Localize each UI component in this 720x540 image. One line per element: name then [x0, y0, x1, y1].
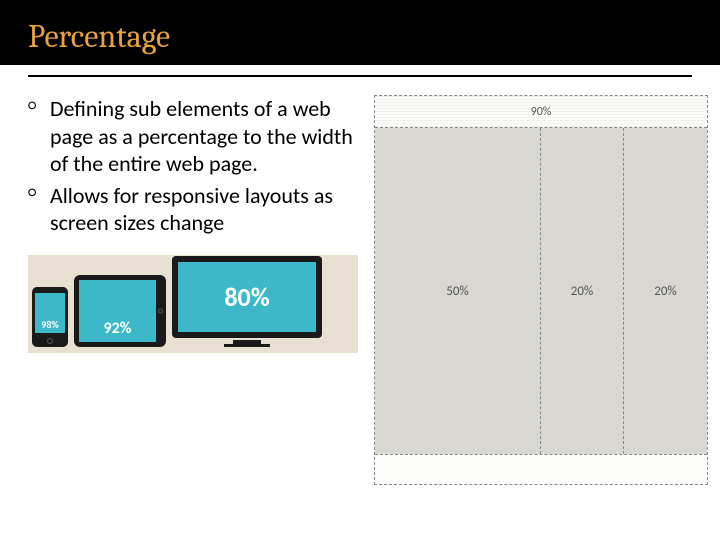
layout-col-b: 20% — [541, 128, 624, 454]
layout-header-row: 90% — [375, 96, 707, 128]
monitor-screen: 80% — [178, 262, 316, 332]
bullet-item: Allows for responsive layouts as screen … — [28, 182, 360, 237]
phone-body: 98% — [32, 287, 68, 347]
tablet-device: 92% — [74, 275, 166, 347]
phone-device: 98% — [32, 287, 68, 347]
left-column: Defining sub elements of a web page as a… — [28, 95, 368, 485]
layout-diagram: 90% 50% 20% 20% 5% — [374, 95, 708, 485]
bullet-item: Defining sub elements of a web page as a… — [28, 95, 360, 178]
layout-footer-row: 5% — [375, 454, 707, 484]
monitor-body: 80% — [172, 256, 322, 338]
slide-content: Defining sub elements of a web page as a… — [0, 77, 720, 485]
layout-columns-row: 50% 20% 20% — [375, 128, 707, 454]
layout-footer-label: 5% — [534, 463, 549, 477]
home-button-icon — [158, 308, 163, 313]
devices-illustration: 98% 92% 80% — [28, 255, 358, 353]
monitor-device: 80% — [172, 256, 322, 347]
home-button-icon — [47, 338, 53, 344]
tablet-screen: 92% — [79, 280, 156, 342]
layout-col-a: 50% — [375, 128, 541, 454]
slide-header: Percentage — [0, 0, 720, 65]
phone-screen: 98% — [35, 293, 65, 333]
bullet-list: Defining sub elements of a web page as a… — [28, 95, 360, 237]
tablet-body: 92% — [74, 275, 166, 347]
slide-title: Percentage — [28, 18, 692, 55]
monitor-base — [224, 344, 270, 347]
right-column: 90% 50% 20% 20% 5% — [368, 95, 708, 485]
layout-col-c: 20% — [624, 128, 707, 454]
